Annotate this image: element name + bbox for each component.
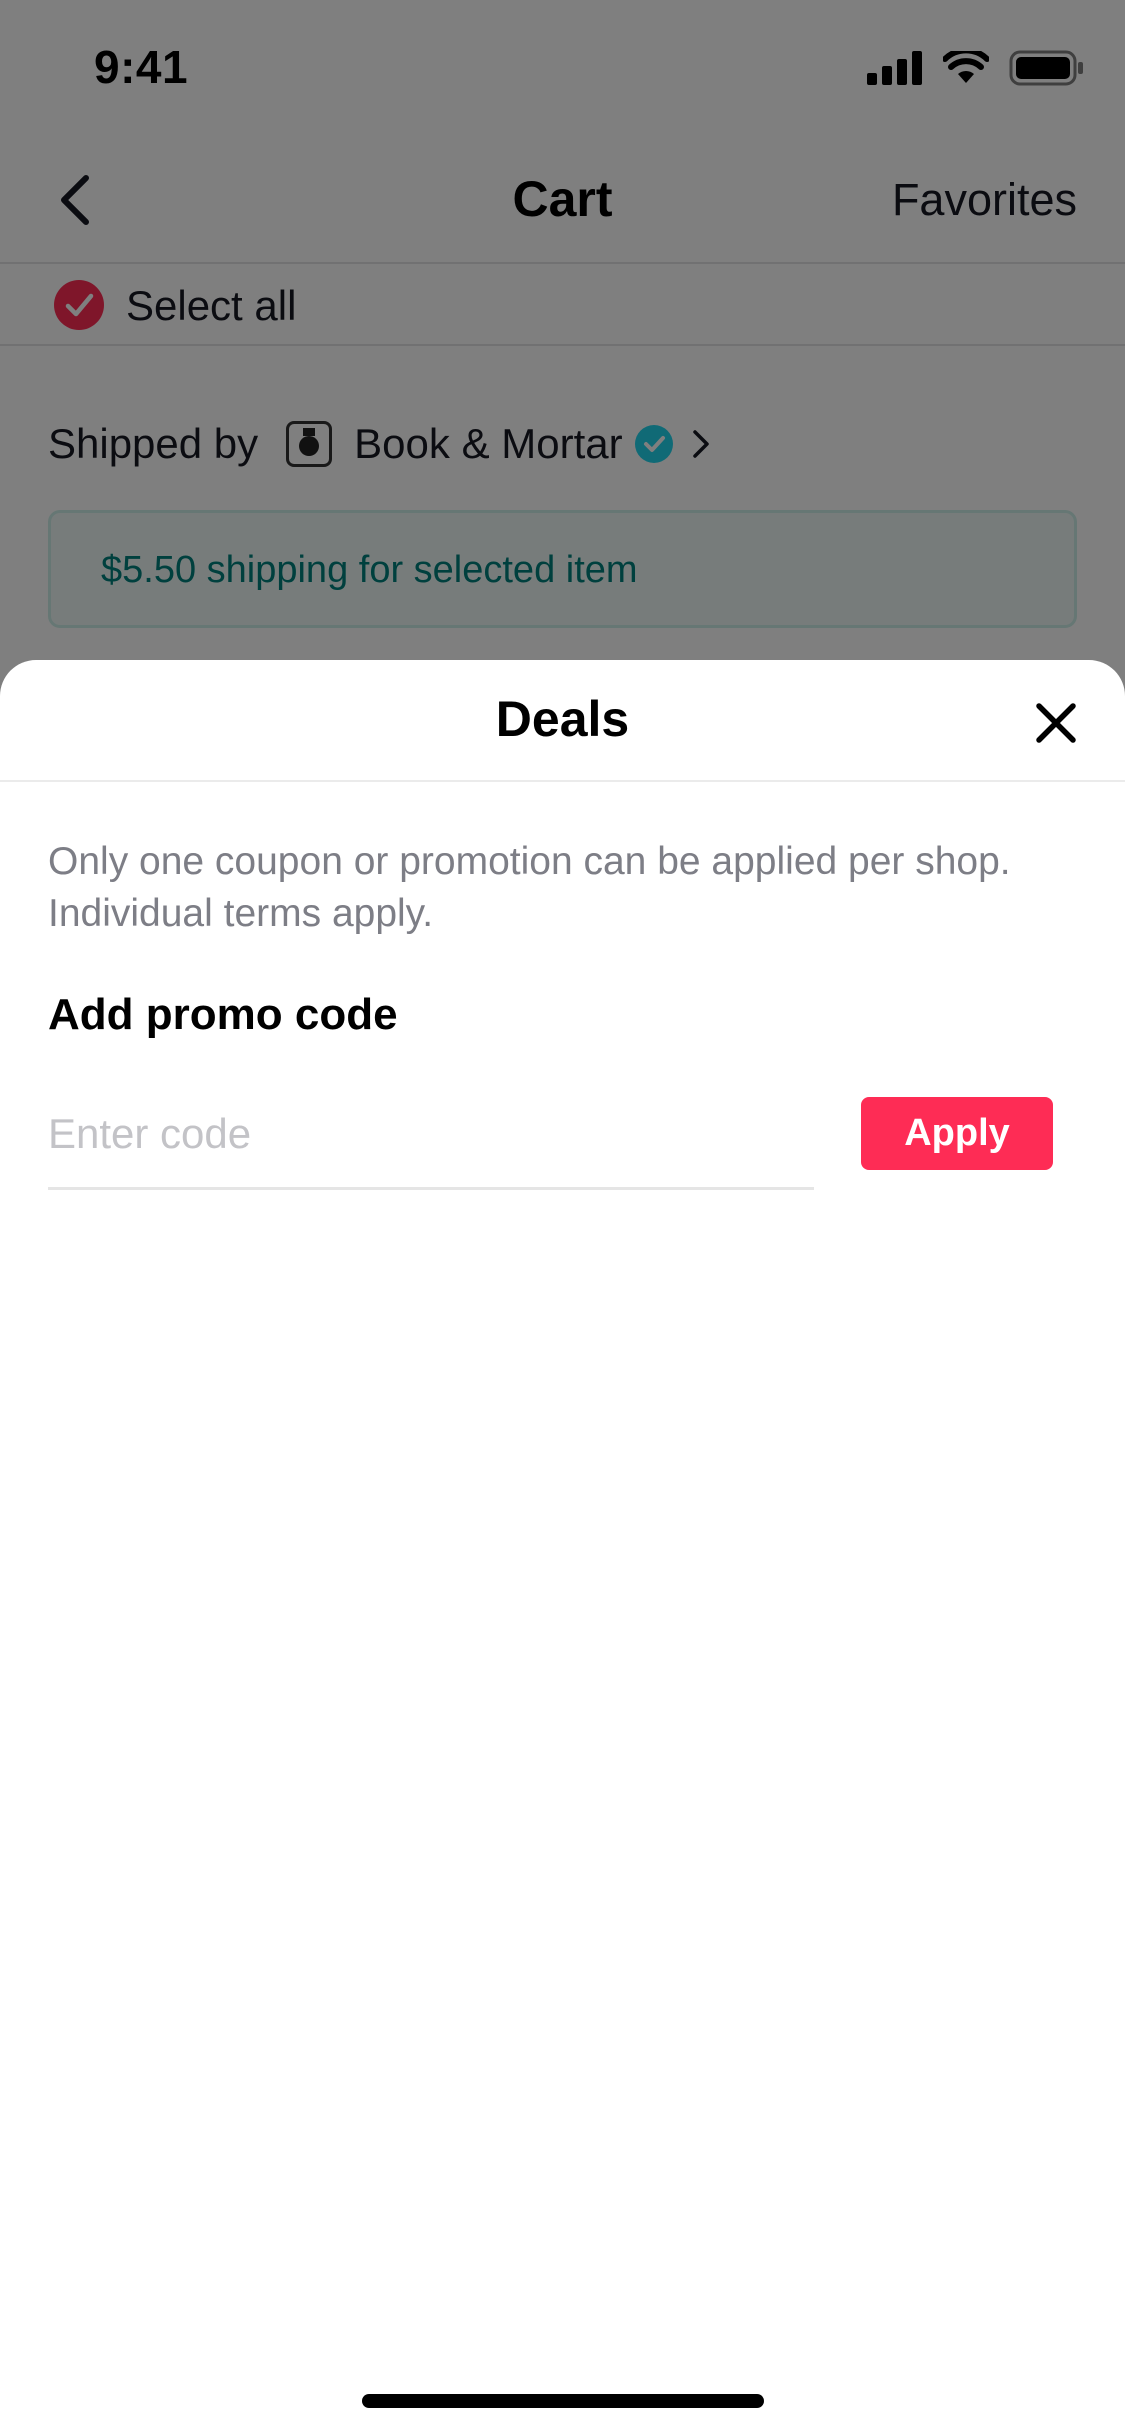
close-icon[interactable]	[1027, 694, 1085, 752]
home-indicator	[362, 2394, 764, 2408]
sheet-header: Deals	[0, 660, 1125, 782]
sheet-title: Deals	[495, 691, 630, 747]
deals-sheet: Deals Only one coupon or promotion can b…	[0, 660, 1125, 2436]
promo-code-input[interactable]	[48, 1080, 814, 1190]
screen: 9:41 Cart Favorites	[0, 0, 1125, 2436]
deals-terms-note: Only one coupon or promotion can be appl…	[48, 840, 1011, 935]
apply-button[interactable]: Apply	[861, 1097, 1053, 1170]
promo-code-heading: Add promo code	[48, 990, 398, 1039]
